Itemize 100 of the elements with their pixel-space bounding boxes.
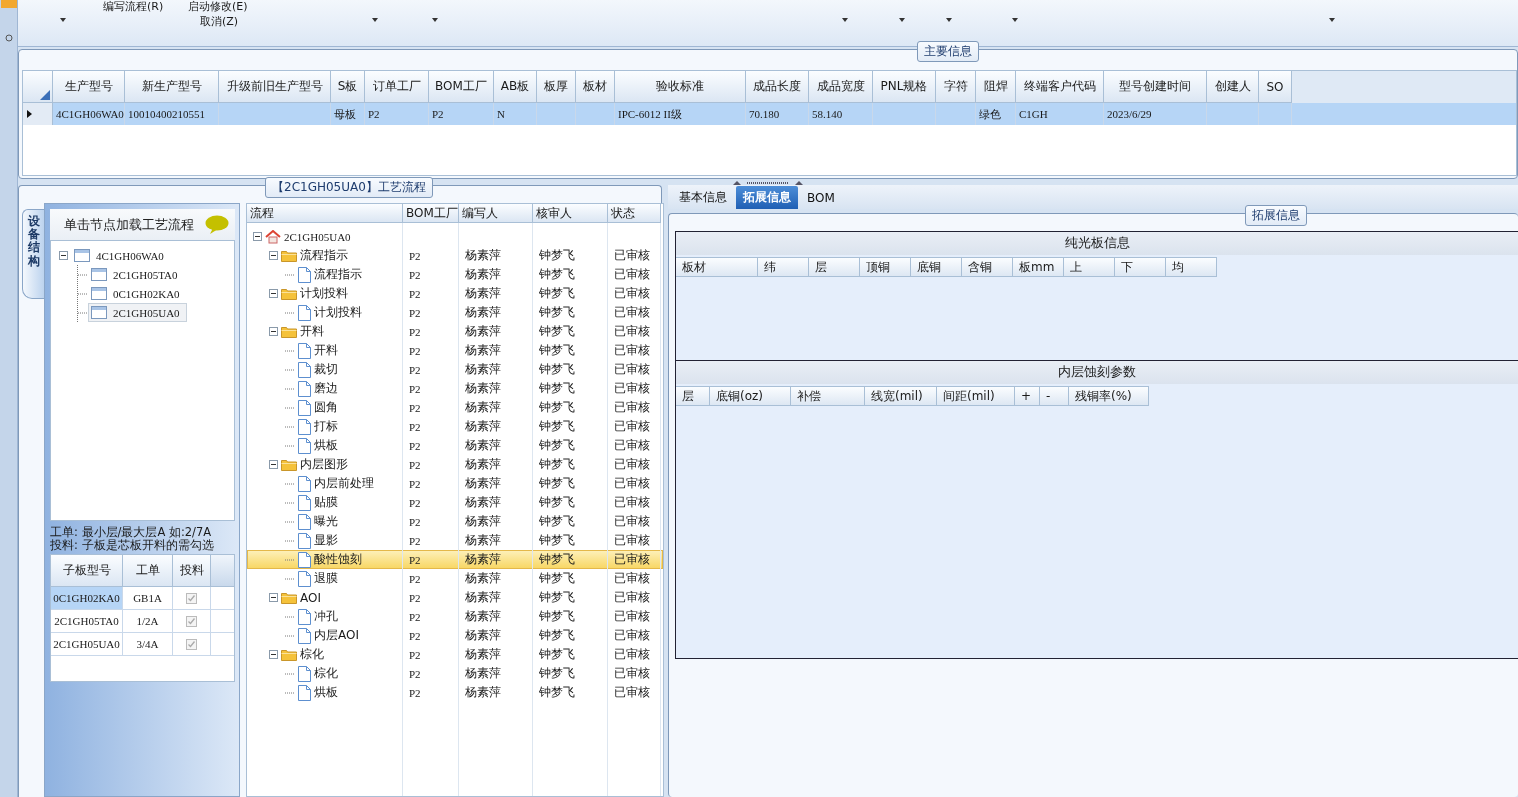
flow-row[interactable]: 内层图形 P2 杨素萍 钟梦飞 已审核	[247, 455, 663, 474]
column-header[interactable]: 均	[1166, 257, 1217, 277]
column-header[interactable]: SO	[1259, 71, 1292, 103]
column-header[interactable]: 订单工厂	[365, 71, 429, 103]
flow-row[interactable]: 棕化 P2 杨素萍 钟梦飞 已审核	[247, 645, 663, 664]
flow-row[interactable]: 烘板 P2 杨素萍 钟梦飞 已审核	[247, 436, 663, 455]
column-header[interactable]: 线宽(mil)	[865, 386, 937, 406]
column-header[interactable]: 残铜率(%)	[1069, 386, 1149, 406]
caret-icon[interactable]	[432, 18, 438, 22]
column-header[interactable]: 创建人	[1207, 71, 1259, 103]
flow-row[interactable]: 贴膜 P2 杨素萍 钟梦飞 已审核	[247, 493, 663, 512]
column-header[interactable]: 成品长度	[746, 71, 809, 103]
collapse-icon[interactable]	[269, 327, 278, 336]
tree-node[interactable]: 2C1GH05UA0	[88, 303, 187, 322]
flow-row[interactable]: 酸性蚀刻 P2 杨素萍 钟梦飞 已审核	[247, 550, 663, 569]
column-header[interactable]: 流程	[247, 204, 403, 223]
flow-row[interactable]: AOI P2 杨素萍 钟梦飞 已审核	[247, 588, 663, 607]
caret-icon[interactable]	[842, 18, 848, 22]
flow-row[interactable]: 计划投料 P2 杨素萍 钟梦飞 已审核	[247, 284, 663, 303]
collapse-icon[interactable]	[269, 650, 278, 659]
collapse-icon[interactable]	[253, 232, 262, 241]
flow-row[interactable]: 圆角 P2 杨素萍 钟梦飞 已审核	[247, 398, 663, 417]
column-header[interactable]: AB板	[494, 71, 537, 103]
splitter-grip-icon[interactable]	[733, 179, 803, 185]
column-header[interactable]: PNL规格	[873, 71, 936, 103]
checkbox[interactable]	[186, 615, 197, 627]
flow-row[interactable]: 烘板 P2 杨素萍 钟梦飞 已审核	[247, 683, 663, 702]
column-header[interactable]: -	[1040, 386, 1069, 406]
table-cell[interactable]: 0C1GH02KA0	[51, 587, 123, 609]
column-header[interactable]: S板	[331, 71, 365, 103]
caret-icon[interactable]	[1012, 18, 1018, 22]
column-header[interactable]: 阻焊	[976, 71, 1016, 103]
flow-row[interactable]: 磨边 P2 杨素萍 钟梦飞 已审核	[247, 379, 663, 398]
column-header[interactable]: 编写人	[459, 204, 533, 223]
column-header[interactable]: 板厚	[537, 71, 576, 103]
tree-node[interactable]: 2C1GH05TA0	[88, 265, 185, 284]
column-header[interactable]: BOM工厂	[429, 71, 494, 103]
column-header[interactable]: 状态	[608, 204, 661, 223]
column-header[interactable]: 子板型号	[51, 555, 123, 586]
column-header[interactable]: 成品宽度	[809, 71, 873, 103]
flow-row[interactable]: 开料 P2 杨素萍 钟梦飞 已审核	[247, 322, 663, 341]
flow-row[interactable]: 棕化 P2 杨素萍 钟梦飞 已审核	[247, 664, 663, 683]
column-header[interactable]: 上	[1064, 257, 1115, 277]
flow-row[interactable]: 开料 P2 杨素萍 钟梦飞 已审核	[247, 341, 663, 360]
column-header[interactable]: 底铜	[911, 257, 962, 277]
tab[interactable]: 拓展信息	[736, 186, 798, 209]
flow-row[interactable]: 曝光 P2 杨素萍 钟梦飞 已审核	[247, 512, 663, 531]
collapse-icon[interactable]	[59, 251, 68, 260]
column-header[interactable]: 板mm	[1013, 257, 1064, 277]
collapse-icon[interactable]	[269, 251, 278, 260]
caret-icon[interactable]	[946, 18, 952, 22]
flow-row[interactable]: 退膜 P2 杨素萍 钟梦飞 已审核	[247, 569, 663, 588]
select-all-corner[interactable]	[23, 71, 53, 103]
flow-row[interactable]: 裁切 P2 杨素萍 钟梦飞 已审核	[247, 360, 663, 379]
flow-row[interactable]: 计划投料 P2 杨素萍 钟梦飞 已审核	[247, 303, 663, 322]
tree-node[interactable]: 4C1GH06WA0	[71, 246, 171, 265]
caret-icon[interactable]	[1329, 18, 1335, 22]
caret-icon[interactable]	[60, 18, 66, 22]
ribbon-command[interactable]: 编写流程(R)	[103, 0, 164, 13]
column-header[interactable]: 终端客户代码	[1016, 71, 1104, 103]
flow-row[interactable]: 流程指示 P2 杨素萍 钟梦飞 已审核	[247, 246, 663, 265]
column-header[interactable]: 板材	[676, 257, 758, 277]
flow-row[interactable]: 打标 P2 杨素萍 钟梦飞 已审核	[247, 417, 663, 436]
table-cell[interactable]: 2C1GH05UA0	[51, 633, 123, 655]
column-header[interactable]: 底铜(oz)	[710, 386, 791, 406]
column-header[interactable]: 生产型号	[53, 71, 125, 103]
collapse-icon[interactable]	[269, 593, 278, 602]
table-row[interactable]: 4C1GH06WA0 10010400210551 母板 P2 P2 N IPC-6012 II级 70.180 58.140 绿色 C1GH 2023/6/29	[23, 103, 1516, 125]
column-header[interactable]: 顶铜	[860, 257, 911, 277]
flow-row[interactable]: 冲孔 P2 杨素萍 钟梦飞 已审核	[247, 607, 663, 626]
column-header[interactable]: 层	[809, 257, 860, 277]
flow-row[interactable]: 内层AOI P2 杨素萍 钟梦飞 已审核	[247, 626, 663, 645]
flow-row[interactable]: 内层前处理 P2 杨素萍 钟梦飞 已审核	[247, 474, 663, 493]
checkbox[interactable]	[186, 592, 197, 604]
table-cell[interactable]: 2C1GH05TA0	[51, 610, 123, 632]
column-header[interactable]: 核审人	[533, 204, 608, 223]
column-header[interactable]: 补偿	[791, 386, 865, 406]
tab[interactable]: BOM	[800, 186, 842, 209]
caret-icon[interactable]	[899, 18, 905, 22]
column-header[interactable]: 投料	[173, 555, 211, 586]
checkbox[interactable]	[186, 638, 197, 650]
column-header[interactable]: 下	[1115, 257, 1166, 277]
tab[interactable]: 基本信息	[672, 186, 734, 209]
column-header[interactable]: 升级前旧生产型号	[219, 71, 331, 103]
caret-icon[interactable]	[372, 18, 378, 22]
flow-row[interactable]: 显影 P2 杨素萍 钟梦飞 已审核	[247, 531, 663, 550]
ring-icon[interactable]	[4, 34, 13, 42]
column-header[interactable]: 字符	[936, 71, 976, 103]
column-header[interactable]: 工单	[123, 555, 173, 586]
column-header[interactable]: 纬	[758, 257, 809, 277]
column-header[interactable]: 层	[676, 386, 710, 406]
column-header[interactable]: 板材	[576, 71, 615, 103]
collapse-icon[interactable]	[269, 460, 278, 469]
column-header[interactable]: 型号创建时间	[1104, 71, 1207, 103]
column-header[interactable]: 含铜	[962, 257, 1013, 277]
column-header[interactable]: 新生产型号	[125, 71, 219, 103]
tree-node[interactable]: 0C1GH02KA0	[88, 284, 187, 303]
column-header[interactable]: +	[1015, 386, 1040, 406]
column-header[interactable]: 验收标准	[615, 71, 746, 103]
ribbon-command[interactable]: 取消(Z)	[200, 15, 239, 28]
